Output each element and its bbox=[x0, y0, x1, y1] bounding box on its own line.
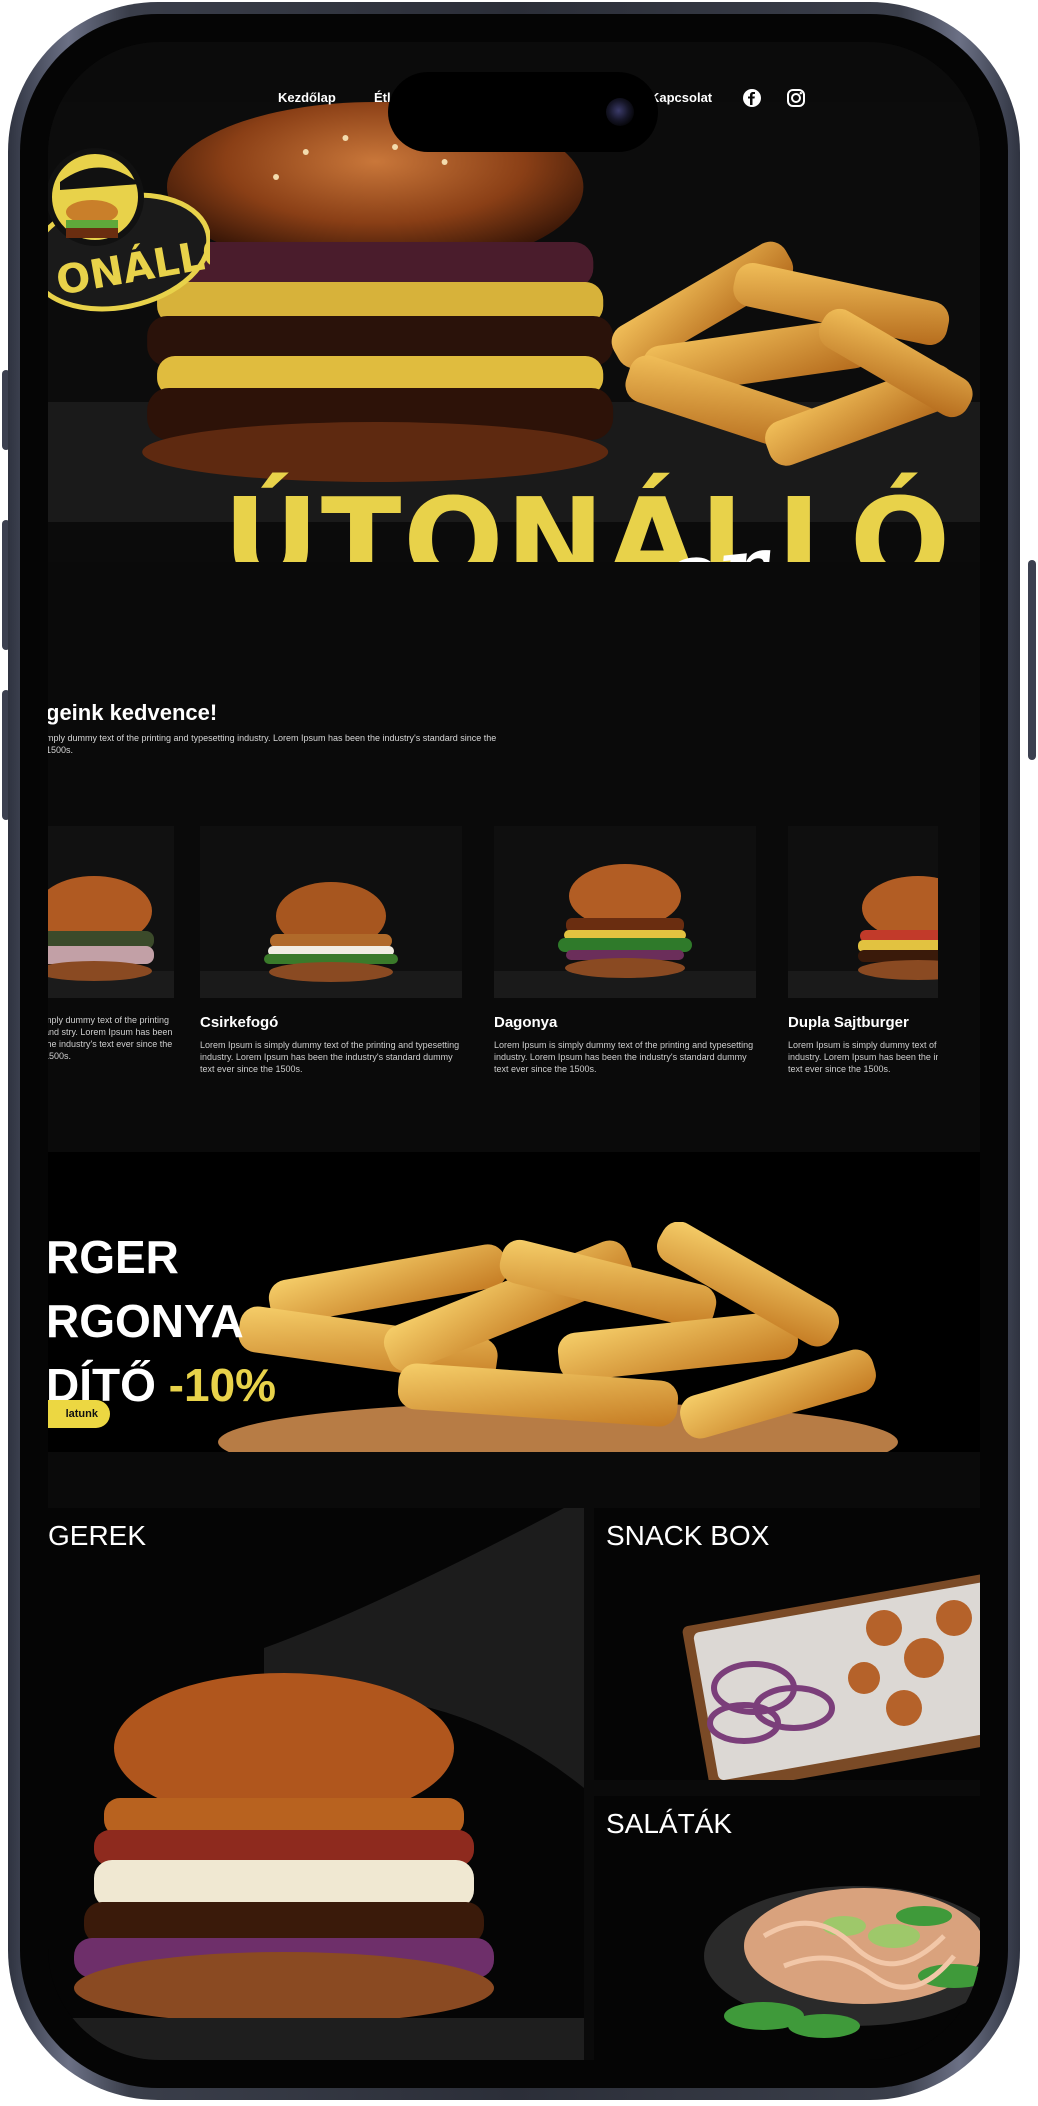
burger-card[interactable]: Dupla Sajtburger Lorem Ipsum is simply d… bbox=[788, 826, 938, 1075]
screen: ONÁLLÓ ÚTONÁLLÓ Burger Kezdőlap Étla Kap… bbox=[48, 42, 980, 2060]
nav-item-home[interactable]: Kezdőlap bbox=[278, 90, 336, 105]
burger-card[interactable]: Dagonya Lorem Ipsum is simply dummy text… bbox=[494, 826, 756, 1075]
category-snack-box[interactable]: SNACK BOX bbox=[594, 1508, 980, 1780]
front-camera bbox=[606, 98, 634, 126]
burger-card[interactable]: mply dummy text of the printing and stry… bbox=[48, 826, 174, 1062]
burger-card-name: Dagonya bbox=[494, 1014, 558, 1031]
burger-card-text: Lorem Ipsum is simply dummy text of the … bbox=[200, 1040, 460, 1074]
power-button bbox=[1028, 560, 1036, 760]
dynamic-island bbox=[388, 72, 658, 152]
burger-card-image bbox=[788, 826, 938, 998]
favorites-description: mply dummy text of the printing and type… bbox=[48, 733, 497, 755]
burger-card-name: Csirkefogó bbox=[200, 1014, 279, 1031]
category-burgers-title: GEREK bbox=[48, 1520, 147, 1551]
facebook-icon[interactable] bbox=[742, 88, 762, 108]
category-snack-box-title: SNACK BOX bbox=[606, 1520, 770, 1551]
category-burgers-photo bbox=[48, 1508, 584, 2060]
favorites-heading: geink kedvence! bbox=[48, 700, 218, 725]
burger-card[interactable]: Csirkefogó Lorem Ipsum is simply dummy t… bbox=[200, 826, 462, 1075]
phone-frame: ONÁLLÓ ÚTONÁLLÓ Burger Kezdőlap Étla Kap… bbox=[8, 2, 1020, 2100]
burger-card-text: Lorem Ipsum is simply dummy text of the … bbox=[494, 1040, 754, 1074]
burger-card-name: Dupla Sajtburger bbox=[788, 1014, 909, 1031]
promo-button[interactable]: latunk bbox=[48, 1400, 110, 1428]
phone-bezel: ONÁLLÓ ÚTONÁLLÓ Burger Kezdőlap Étla Kap… bbox=[20, 14, 1008, 2088]
burger-card-image bbox=[48, 826, 174, 998]
nav-item-contact[interactable]: Kapcsolat bbox=[650, 90, 712, 105]
promo-line-1: RGER bbox=[48, 1231, 179, 1283]
burger-card-image bbox=[494, 826, 756, 998]
category-salads-title: SALÁTÁK bbox=[606, 1808, 733, 1839]
burger-card-text: Lorem Ipsum is simply dummy text of the … bbox=[788, 1040, 938, 1074]
burger-card-image bbox=[200, 826, 462, 998]
category-salads[interactable]: SALÁTÁK bbox=[594, 1796, 980, 2060]
brand-logo: ONÁLLÓ bbox=[48, 148, 210, 312]
promo-discount: -10% bbox=[168, 1359, 277, 1411]
promo-banner: RGER RGONYA DÍTŐ -10% latunk bbox=[48, 1152, 980, 1452]
fries-photo bbox=[218, 1222, 898, 1452]
burger-card-text: mply dummy text of the printing and stry… bbox=[48, 1015, 173, 1061]
category-burgers[interactable]: GEREK bbox=[48, 1508, 584, 2060]
instagram-icon[interactable] bbox=[786, 88, 806, 108]
promo-line-2: RGONYA bbox=[48, 1295, 244, 1347]
